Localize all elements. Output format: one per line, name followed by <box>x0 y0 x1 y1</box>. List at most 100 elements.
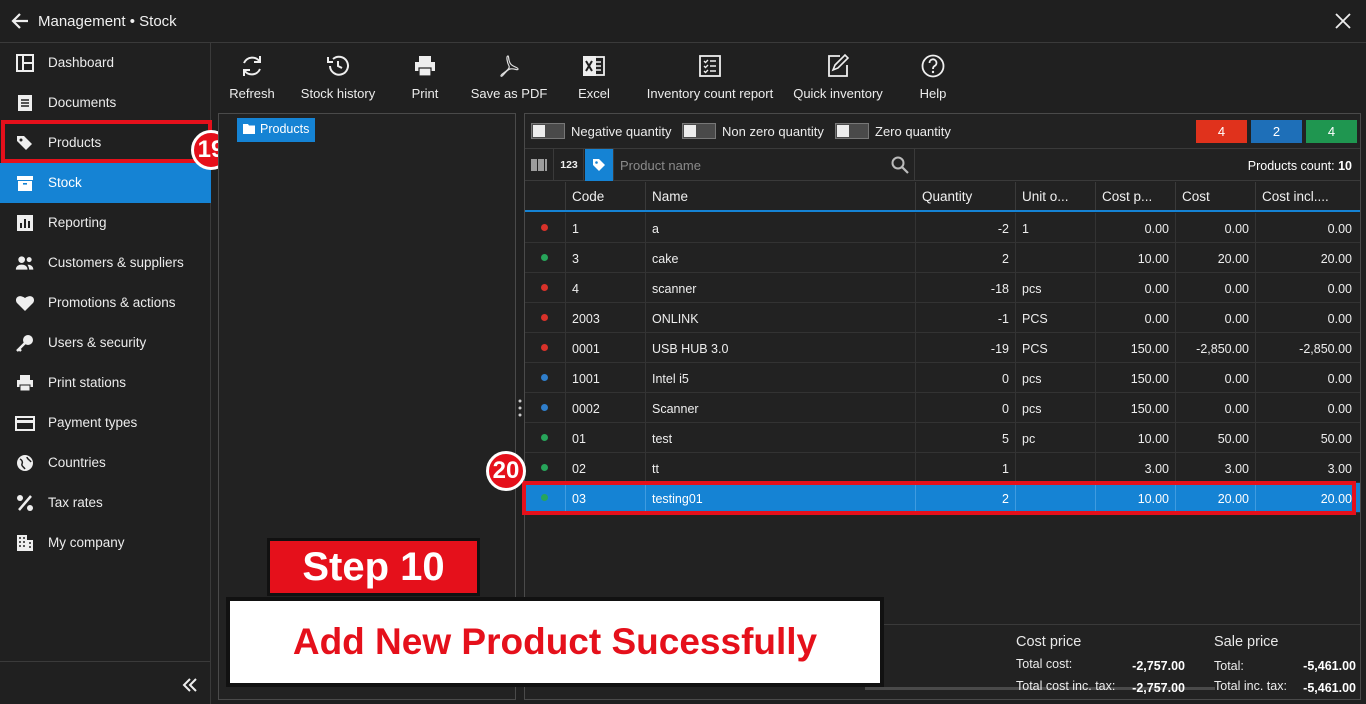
cell-name: test <box>645 423 915 453</box>
dashboard-icon <box>16 54 34 72</box>
table-row[interactable]: 2003 ONLINK -1 PCS 0.00 0.00 0.00 <box>525 303 1360 333</box>
cell-unit: pcs <box>1015 273 1095 303</box>
sidebar-item-products[interactable]: Products <box>0 123 211 163</box>
products-count-value: 10 <box>1338 159 1352 173</box>
table-row[interactable]: 03 testing01 2 10.00 20.00 20.00 <box>525 483 1360 513</box>
splitter-handle-icon[interactable] <box>518 398 522 418</box>
cell-name: Scanner <box>645 393 915 423</box>
checklist-icon <box>699 55 721 77</box>
table-row[interactable]: 1 a -2 1 0.00 0.00 0.00 <box>525 213 1360 243</box>
folder-icon <box>243 124 255 134</box>
sidebar-item-stock[interactable]: Stock <box>0 163 211 203</box>
column-header-code[interactable]: Code <box>565 182 645 210</box>
cell-quantity: 2 <box>915 243 1015 273</box>
tag-icon <box>593 159 605 171</box>
printer-icon <box>17 375 33 392</box>
sidebar-divider <box>0 661 211 662</box>
status-column-header[interactable] <box>525 182 565 210</box>
save-as-pdf-button[interactable]: Save as PDF <box>470 43 548 111</box>
products-count: Products count: 10 <box>1248 159 1352 173</box>
table-row[interactable]: 02 tt 1 3.00 3.00 3.00 <box>525 453 1360 483</box>
cell-unit <box>1015 243 1095 273</box>
sidebar-item-print-stations[interactable]: Print stations <box>0 363 211 403</box>
cost-price-title: Cost price <box>1016 634 1082 650</box>
product-name-search-input[interactable] <box>615 149 915 181</box>
help-button[interactable]: Help <box>908 43 958 111</box>
sidebar-item-label: Products <box>48 135 102 150</box>
help-label: Help <box>919 86 947 101</box>
sidebar-item-payment-types[interactable]: Payment types <box>0 403 211 443</box>
table-row[interactable]: 3 cake 2 10.00 20.00 20.00 <box>525 243 1360 273</box>
products-count-label: Products count: <box>1247 159 1335 173</box>
search-row: 123 Products count: 10 <box>525 148 1360 181</box>
sidebar-item-countries[interactable]: Countries <box>0 443 211 483</box>
stock-status-dot <box>541 464 548 471</box>
refresh-button[interactable]: Refresh <box>220 43 284 111</box>
sidebar-item-label: My company <box>48 535 125 550</box>
barcode-search-button[interactable] <box>525 149 554 181</box>
sidebar-item-users-security[interactable]: Users & security <box>0 323 211 363</box>
sidebar-item-tax-rates[interactable]: Tax rates <box>0 483 211 523</box>
cell-cost: 20.00 <box>1175 483 1255 513</box>
code-search-button[interactable]: 123 <box>555 149 584 181</box>
cell-cost: 0.00 <box>1175 273 1255 303</box>
search-icon[interactable] <box>891 156 909 174</box>
cell-unit <box>1015 483 1095 513</box>
table-row[interactable]: 0002 Scanner 0 pcs 150.00 0.00 0.00 <box>525 393 1360 423</box>
column-header-unit[interactable]: Unit o... <box>1015 182 1095 210</box>
zero-count-button[interactable]: 2 <box>1251 120 1302 143</box>
collapse-sidebar-icon[interactable] <box>180 675 200 695</box>
total-sale-tax-value: -5,461.00 <box>1303 681 1356 695</box>
stock-status-dot <box>541 344 548 351</box>
toggle-switch[interactable] <box>682 123 716 139</box>
cell-code: 4 <box>565 273 645 303</box>
toggle-label: Negative quantity <box>571 123 672 139</box>
sidebar-item-label: Promotions & actions <box>48 295 176 310</box>
negative-count-button[interactable]: 4 <box>1196 120 1247 143</box>
sidebar-item-dashboard[interactable]: Dashboard <box>0 43 211 83</box>
excel-label: Excel <box>578 86 610 101</box>
table-header: Code Name Quantity Unit o... Cost p... C… <box>525 182 1360 212</box>
positive-count-button[interactable]: 4 <box>1306 120 1357 143</box>
column-header-cost-incl-tax[interactable]: Cost incl.... <box>1255 182 1358 210</box>
tree-node-products[interactable]: Products <box>237 118 316 142</box>
stock-status-dot <box>541 284 548 291</box>
zero-quantity-toggle[interactable]: Zero quantity <box>835 123 951 139</box>
help-icon <box>921 54 945 78</box>
column-header-name[interactable]: Name <box>645 182 915 210</box>
cell-unit: PCS <box>1015 333 1095 363</box>
column-header-cost-price[interactable]: Cost p... <box>1095 182 1175 210</box>
print-button[interactable]: Print <box>395 43 455 111</box>
total-sale-label: Total: <box>1214 659 1244 673</box>
cell-cost-price: 10.00 <box>1095 243 1175 273</box>
non-zero-quantity-toggle[interactable]: Non zero quantity <box>682 123 824 139</box>
column-header-cost[interactable]: Cost <box>1175 182 1255 210</box>
save-as-pdf-label: Save as PDF <box>470 86 548 101</box>
excel-button[interactable]: Excel <box>564 43 624 111</box>
inventory-count-report-button[interactable]: Inventory count report <box>640 43 780 111</box>
sidebar-item-customers[interactable]: Customers & suppliers <box>0 243 211 283</box>
column-header-quantity[interactable]: Quantity <box>915 182 1015 210</box>
table-row[interactable]: 4 scanner -18 pcs 0.00 0.00 0.00 <box>525 273 1360 303</box>
sidebar-item-documents[interactable]: Documents <box>0 83 211 123</box>
table-row[interactable]: 1001 Intel i5 0 pcs 150.00 0.00 0.00 <box>525 363 1360 393</box>
table-row[interactable]: 0001 USB HUB 3.0 -19 PCS 150.00 -2,850.00 -2,8… <box>525 333 1360 363</box>
excel-icon <box>583 56 605 76</box>
stock-history-button[interactable]: Stock history <box>296 43 380 111</box>
sidebar: Dashboard Documents Products Stock Repor… <box>0 43 211 704</box>
quick-inventory-button[interactable]: Quick inventory <box>790 43 886 111</box>
refresh-label: Refresh <box>229 86 275 101</box>
sidebar-item-reporting[interactable]: Reporting <box>0 203 211 243</box>
close-icon[interactable] <box>1334 12 1352 30</box>
table-row[interactable]: 01 test 5 pc 10.00 50.00 50.00 <box>525 423 1360 453</box>
history-icon <box>327 55 349 76</box>
sidebar-item-promotions[interactable]: Promotions & actions <box>0 283 211 323</box>
name-search-button[interactable] <box>585 149 614 181</box>
negative-quantity-toggle[interactable]: Negative quantity <box>531 123 671 139</box>
back-arrow-icon[interactable] <box>10 11 30 31</box>
sidebar-item-my-company[interactable]: My company <box>0 523 211 563</box>
cell-cost-price: 0.00 <box>1095 303 1175 333</box>
toggle-switch[interactable] <box>835 123 869 139</box>
toggle-switch[interactable] <box>531 123 565 139</box>
cell-quantity: -2 <box>915 213 1015 243</box>
